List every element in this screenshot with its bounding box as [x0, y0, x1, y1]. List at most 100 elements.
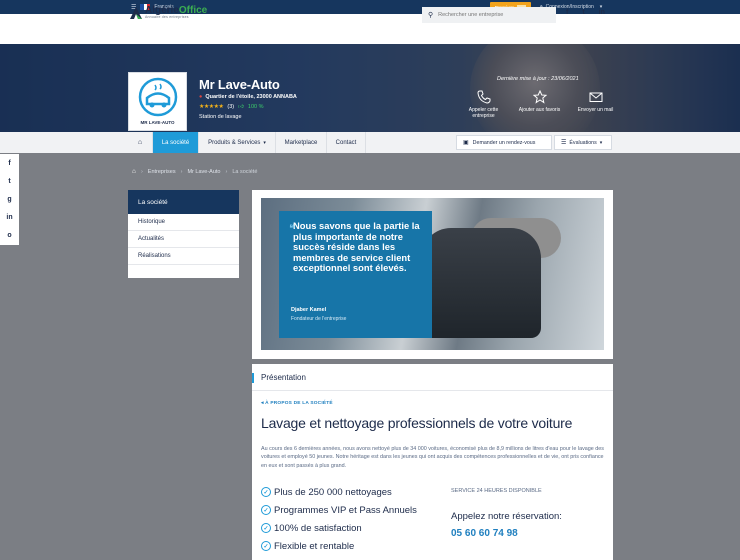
logo-mark-icon	[130, 6, 142, 19]
facebook-icon[interactable]: f	[566, 9, 568, 16]
sidebar-item-historique[interactable]: Historique	[128, 214, 239, 231]
quote-role: Fondateur de l'entreprise	[291, 316, 347, 322]
address-text: Quartier de l'étoile, 23000 ANNABA	[205, 94, 297, 100]
feature-item: ✓ Plus de 250 000 nettoyages	[261, 483, 417, 501]
feature-item: ✓ Programmes VIP et Pass Annuels	[261, 501, 417, 519]
check-icon: ✓	[261, 505, 271, 515]
chevron-down-icon: ▾	[599, 139, 603, 146]
tab-label: Produits & Services	[208, 139, 261, 146]
sidebar-title[interactable]: La société	[128, 190, 239, 214]
feature-text: Flexible et rentable	[274, 540, 355, 552]
site-header	[0, 14, 740, 44]
feature-text: Plus de 250 000 nettoyages	[274, 486, 392, 498]
action-buttons: Appeler cette entreprise Ajouter aux fav…	[462, 90, 630, 119]
share-linkedin-icon[interactable]: in	[0, 208, 19, 226]
company-category: Station de lavage	[199, 114, 242, 120]
phone-icon	[476, 90, 490, 104]
quote-card: ❝ Nous savons que la partie la plus impo…	[252, 190, 613, 359]
share-bar: f t g in o	[0, 154, 19, 245]
share-facebook-icon[interactable]: f	[0, 154, 19, 172]
feature-text: Programmes VIP et Pass Annuels	[274, 504, 417, 516]
sidebar-item-realisations[interactable]: Réalisations	[128, 248, 239, 265]
presentation-heading: Présentation	[252, 364, 613, 391]
recommend-percent: 100 %	[247, 103, 264, 110]
tab-contact[interactable]: Contact	[327, 132, 366, 153]
car-wash-icon	[138, 77, 177, 117]
tab-label: La société	[161, 139, 190, 146]
top-bar	[0, 0, 740, 14]
rating-count: (3)	[227, 103, 235, 110]
breadcrumb-item[interactable]: Mr Lave-Auto	[187, 169, 220, 175]
calendar-icon: ▣	[463, 140, 469, 146]
presentation-card: Présentation ◂ À PROPOS DE LA SOCIÉTÉ La…	[252, 364, 613, 560]
tab-products[interactable]: Produits & Services ▾	[199, 132, 276, 153]
quote-box: ❝ Nous savons que la partie la plus impo…	[279, 211, 432, 338]
rating-stars: ★★★★★	[199, 104, 224, 110]
reviews-label: Évaluations	[569, 139, 597, 146]
mail-button[interactable]: Envoyer un mail	[574, 90, 617, 119]
linkedin-icon[interactable]: in	[599, 9, 605, 16]
feature-text: 100% de satisfaction	[274, 522, 362, 534]
check-icon: ✓	[261, 487, 271, 497]
feature-item: ✓ 100% de satisfaction	[261, 519, 417, 537]
favorite-label: Ajouter aux favoris	[518, 107, 561, 113]
header-social: f t in	[566, 9, 605, 16]
presentation-title: Lavage et nettoyage professionnels de vo…	[261, 415, 573, 431]
nav-home[interactable]: ⌂	[128, 132, 153, 153]
star-icon	[532, 90, 547, 104]
search-input[interactable]	[438, 12, 549, 18]
share-other-icon[interactable]: o	[0, 226, 19, 244]
share-twitter-icon[interactable]: t	[0, 172, 19, 190]
quote-author: Djaber Kamel	[291, 307, 327, 313]
quote-mark-icon: ❝	[289, 223, 295, 235]
tab-label: Contact	[335, 139, 357, 146]
sidebar: La société Historique Actualités Réalisa…	[128, 190, 239, 278]
favorite-button[interactable]: Ajouter aux favoris	[518, 90, 561, 119]
kicker-text: À PROPOS DE LA SOCIÉTÉ	[265, 401, 333, 406]
mechanic-photo: ❝ Nous savons que la partie la plus impo…	[261, 198, 604, 350]
breadcrumb: ⌂ › Entreprises › Mr Lave-Auto › La soci…	[132, 168, 257, 175]
feature-list: ✓ Plus de 250 000 nettoyages ✓ Programmes …	[261, 483, 417, 555]
home-icon: ⌂	[137, 139, 143, 146]
reviews-icon: ☰	[561, 140, 567, 146]
pin-icon: ●	[199, 94, 203, 100]
sidebar-item-actualites[interactable]: Actualités	[128, 231, 239, 248]
presentation-body: Au cours des 6 dernières années, nous av…	[261, 446, 604, 469]
last-update: Dernière mise à jour : 23/06/2021	[497, 76, 579, 82]
share-google-icon[interactable]: g	[0, 190, 19, 208]
chevron-down-icon: ▾	[263, 139, 266, 146]
quote-text: Nous savons que la partie la plus import…	[293, 220, 420, 273]
company-rating[interactable]: ★★★★★ (3) 👍︎ 100 %	[199, 103, 264, 111]
company-address: ● Quartier de l'étoile, 23000 ANNABA	[199, 94, 297, 100]
breadcrumb-separator: ›	[225, 168, 228, 175]
thumbs-up-icon: 👍︎	[238, 103, 244, 110]
about-kicker: ◂ À PROPOS DE LA SOCIÉTÉ	[261, 401, 333, 406]
mail-label: Envoyer un mail	[577, 107, 614, 113]
appointment-button[interactable]: ▣ Demander un rendez-vous	[456, 135, 552, 150]
breadcrumb-item[interactable]: Entreprises	[148, 169, 176, 175]
check-icon: ✓	[261, 541, 271, 551]
breadcrumb-current: La société	[232, 168, 258, 175]
company-name: Mr Lave-Auto	[199, 77, 280, 92]
company-nav	[0, 132, 740, 153]
reservation-phone[interactable]: 05 60 60 74 98	[451, 528, 518, 539]
call-button[interactable]: Appeler cette entreprise	[462, 90, 505, 119]
service-note: SERVICE 24 HEURES DISPONIBLE	[451, 488, 542, 494]
check-icon: ✓	[261, 523, 271, 533]
search-box[interactable]: ⚲	[422, 7, 556, 23]
reviews-button[interactable]: ☰ Évaluations ▾	[554, 135, 612, 150]
tab-societe[interactable]: La société	[153, 132, 199, 153]
mail-icon	[589, 92, 602, 102]
breadcrumb-separator: ›	[140, 168, 143, 175]
appointment-label: Demander un rendez-vous	[472, 139, 536, 146]
tab-marketplace[interactable]: Marketplace	[276, 132, 327, 153]
company-logo: MR LAVE-AUTO	[128, 72, 187, 131]
tab-label: Marketplace	[284, 139, 318, 146]
breadcrumb-separator: ›	[180, 168, 183, 175]
home-icon[interactable]: ⌂	[132, 168, 136, 175]
call-reservation-label: Appelez notre réservation:	[451, 511, 562, 522]
site-logo[interactable]: AlgérieOffice Annuaire des entreprises	[130, 6, 207, 19]
feature-item: ✓ Flexible et rentable	[261, 537, 417, 555]
company-logo-caption: MR LAVE-AUTO	[140, 120, 175, 125]
twitter-icon[interactable]: t	[582, 9, 584, 16]
